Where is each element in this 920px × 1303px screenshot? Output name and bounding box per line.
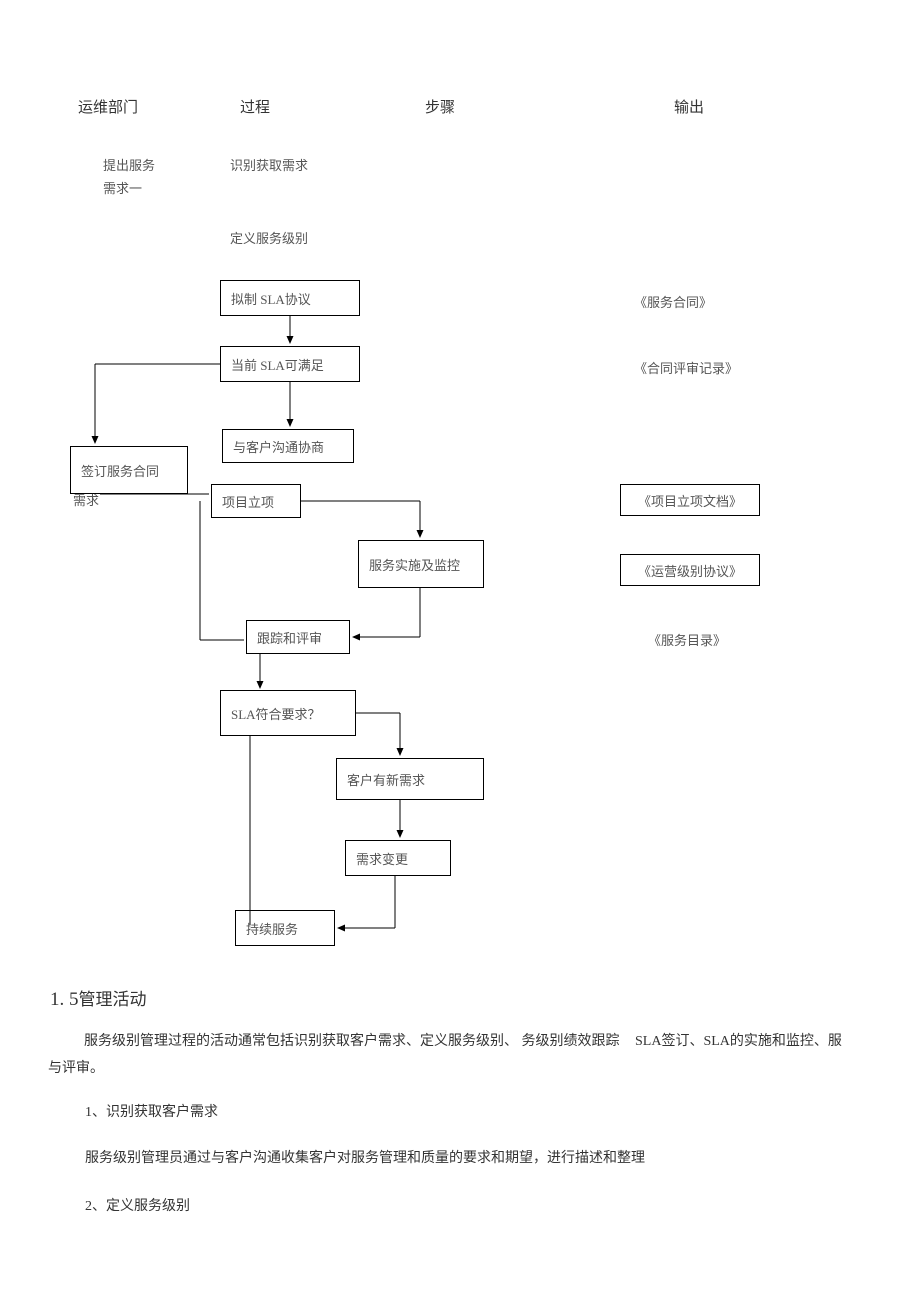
communicate-label: 与客户沟通协商 (233, 437, 324, 456)
output-service-contract: 《服务合同》 (634, 292, 712, 311)
sla-satisfy-label: 当前 SLA可满足 (231, 355, 324, 374)
output-ops-level-label: 《运营级别协议》 (638, 561, 742, 580)
project-init-box: 项目立项 (211, 484, 301, 518)
track-review-box: 跟踪和评审 (246, 620, 350, 654)
section-title: 1. 5管理活动 (50, 985, 147, 1011)
demand-change-label: 需求变更 (356, 849, 408, 868)
output-project-doc-box: 《项目立项文档》 (620, 484, 760, 516)
output-ops-level-box: 《运营级别协议》 (620, 554, 760, 586)
para-intro-b: SLA签订、SLA的实施和监控、服 (635, 1034, 842, 1049)
submit-service-text: 提出服务 (103, 155, 155, 174)
header-output: 输出 (674, 96, 704, 117)
project-init-label: 项目立项 (222, 492, 274, 511)
define-level-text: 定义服务级别 (230, 228, 308, 247)
sla-satisfy-box: 当前 SLA可满足 (220, 346, 360, 382)
draft-sla-box: 拟制 SLA协议 (220, 280, 360, 316)
sla-meets-box: SLA符合要求？ (220, 690, 356, 736)
demand-one-text: 需求一 (103, 178, 142, 197)
implement-monitor-box: 服务实施及监控 (358, 540, 484, 588)
sla-meets-label: SLA符合要求？ (231, 704, 321, 723)
continue-service-box: 持续服务 (235, 910, 335, 946)
continue-service-label: 持续服务 (246, 919, 298, 938)
demand-change-box: 需求变更 (345, 840, 451, 876)
para-intro: 服务级别管理过程的活动通常包括识别获取客户需求、定义服务级别、 务级别绩效跟踪 … (48, 1029, 888, 1082)
track-review-label: 跟踪和评审 (257, 628, 322, 647)
item1: 1、识别获取客户需求 (85, 1100, 218, 1127)
identify-text: 识别获取需求 (230, 155, 308, 174)
sign-contract-line1: 签订服务合同 (81, 461, 159, 480)
sign-contract-box: 签订服务合同 (70, 446, 188, 494)
para-intro-a: 服务级别管理过程的活动通常包括识别获取客户需求、定义服务级别、 务级别绩效跟踪 (84, 1034, 620, 1049)
para-intro-c: 与评审。 (48, 1061, 104, 1076)
header-dept: 运维部门 (78, 96, 138, 117)
communicate-box: 与客户沟通协商 (222, 429, 354, 463)
implement-monitor-label: 服务实施及监控 (369, 555, 460, 574)
new-demand-box: 客户有新需求 (336, 758, 484, 800)
flowchart-connectors (0, 0, 920, 1000)
header-step: 步骤 (425, 96, 455, 117)
section-num: 1. 5 (50, 989, 79, 1010)
draft-sla-label: 拟制 SLA协议 (231, 289, 311, 308)
header-process: 过程 (240, 96, 270, 117)
new-demand-label: 客户有新需求 (347, 770, 425, 789)
item1-desc: 服务级别管理员通过与客户沟通收集客户对服务管理和质量的要求和期望，进行描述和整理 (85, 1146, 645, 1173)
output-service-catalog: 《服务目录》 (648, 630, 726, 649)
demand-text: 需求 (73, 490, 99, 509)
output-contract-review: 《合同评审记录》 (634, 358, 738, 377)
section-title-text: 管理活动 (79, 990, 147, 1009)
output-project-doc-label: 《项目立项文档》 (638, 491, 742, 510)
item2: 2、定义服务级别 (85, 1194, 190, 1221)
